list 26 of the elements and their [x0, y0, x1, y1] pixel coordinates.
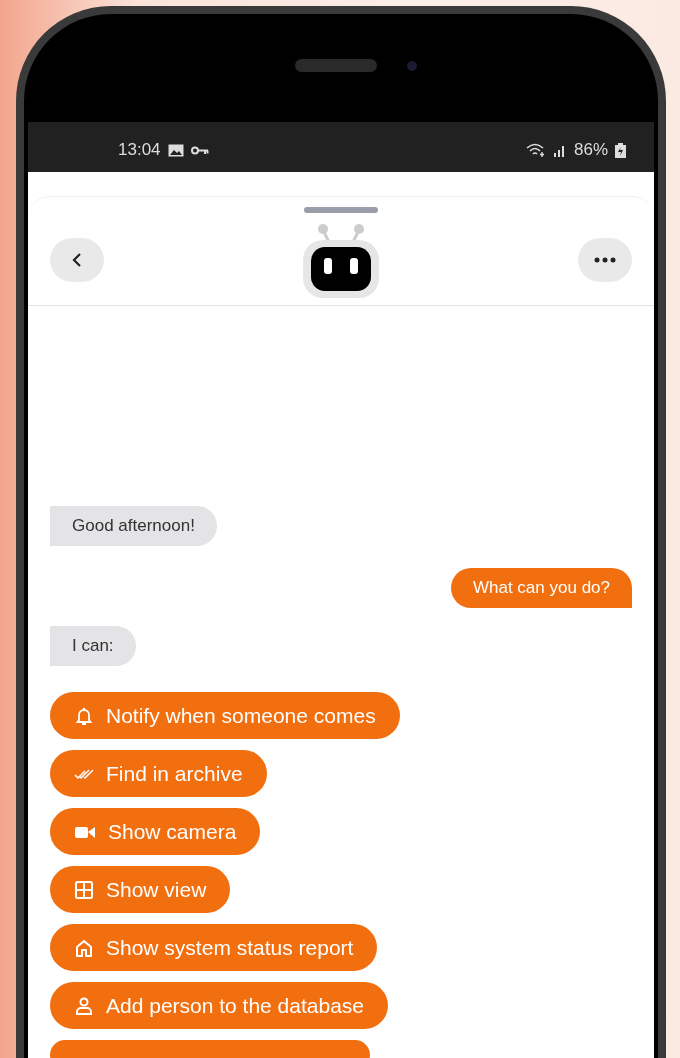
drag-handle[interactable] — [304, 207, 378, 213]
battery-charging-icon — [615, 142, 626, 158]
wifi-icon — [525, 143, 546, 157]
front-camera — [407, 60, 417, 71]
action-chip[interactable]: Find in archive — [50, 750, 267, 797]
bot-message: Good afternoon! — [50, 506, 217, 546]
user-message: What can you do? — [450, 568, 632, 608]
action-chip[interactable]: Notify when someone comes — [50, 692, 400, 739]
image-icon — [167, 143, 184, 157]
bot-message: I can: — [50, 626, 136, 666]
status-time: 13:04 — [118, 140, 161, 160]
home-icon — [74, 937, 94, 958]
ellipsis-icon — [594, 257, 616, 263]
more-options-button[interactable] — [578, 238, 632, 282]
back-button[interactable] — [50, 238, 104, 282]
action-chip[interactable]: Show view — [50, 866, 231, 913]
chevron-left-icon — [71, 252, 83, 268]
action-chip[interactable]: Show system status report — [50, 924, 378, 971]
key-icon — [190, 145, 209, 155]
grid-icon — [74, 879, 94, 900]
bell-icon — [74, 705, 94, 726]
person-icon — [74, 995, 94, 1016]
signal-icon — [552, 143, 567, 157]
action-chip[interactable]: Add person to the database — [50, 982, 389, 1029]
action-chip[interactable]: Show camera — [50, 808, 261, 855]
battery-percentage: 86% — [573, 140, 608, 160]
